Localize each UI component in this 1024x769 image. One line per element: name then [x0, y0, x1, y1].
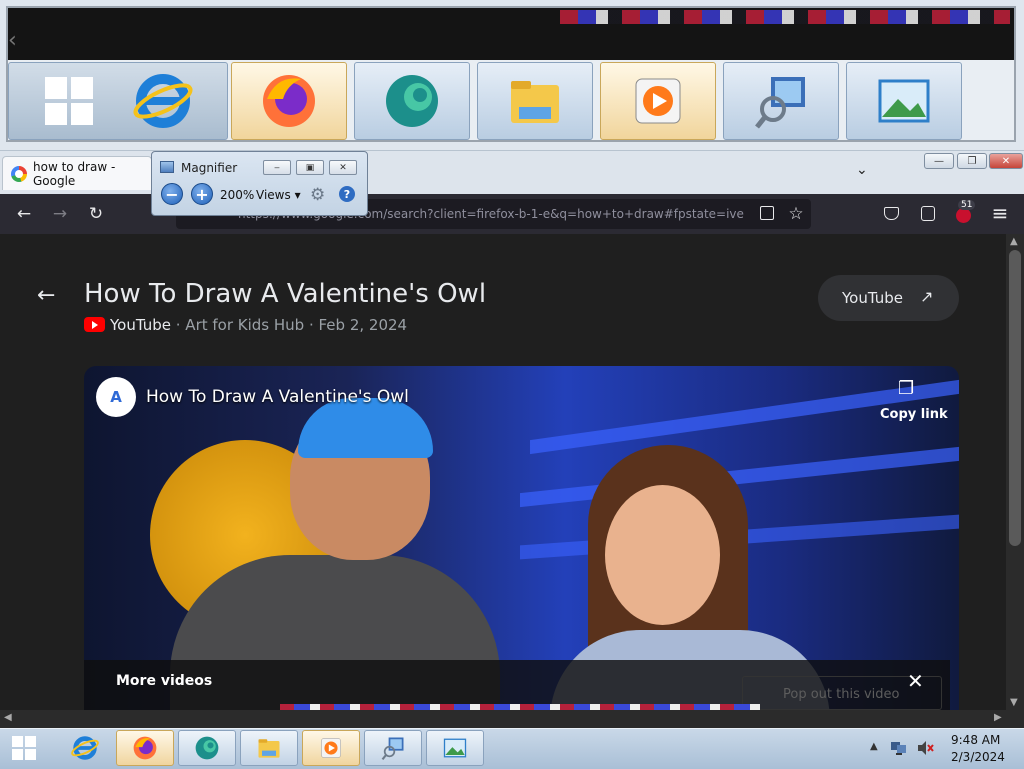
- magnified-start-button: [8, 62, 228, 140]
- scroll-up-arrow-icon[interactable]: ▲: [1010, 236, 1018, 247]
- window-restore-button[interactable]: ❐: [957, 153, 987, 169]
- clock-date[interactable]: 2/3/2024: [951, 750, 1005, 764]
- clock-time[interactable]: 9:48 AM: [951, 733, 1000, 747]
- list-all-tabs-chevron-down-icon[interactable]: ⌄: [856, 162, 868, 178]
- start-button[interactable]: [6, 731, 42, 765]
- popout-video-label[interactable]: Pop out this video: [783, 687, 900, 702]
- magnifier-zoom-level: 200%: [220, 188, 255, 202]
- show-hidden-icons-arrow-icon[interactable]: ▲: [870, 741, 878, 752]
- close-more-videos-icon[interactable]: ✕: [907, 669, 924, 693]
- open-youtube-label[interactable]: YouTube: [842, 289, 903, 307]
- magnifier-views-dropdown[interactable]: Views ▾: [256, 188, 301, 202]
- taskbar-media-player-button[interactable]: [302, 730, 360, 766]
- magnified-explorer-tile: [477, 62, 593, 140]
- magnified-edge-tile: [354, 62, 470, 140]
- video-scene-person-face: [605, 485, 720, 625]
- taskbar-ie-button[interactable]: [64, 730, 106, 766]
- extensions-puzzle-icon[interactable]: [921, 206, 935, 221]
- forward-arrow-icon[interactable]: →: [48, 204, 72, 224]
- taskbar-firefox-button[interactable]: [116, 730, 174, 766]
- firefox-icon: [133, 736, 157, 760]
- menu-hamburger-icon[interactable]: ≡: [988, 201, 1012, 225]
- magnified-search-tile: [723, 62, 839, 140]
- ublock-shield-icon[interactable]: [956, 208, 971, 223]
- copy-link-icon[interactable]: ❐: [898, 378, 914, 399]
- reload-icon[interactable]: ↻: [84, 204, 108, 224]
- magnified-magnifier-app-icon: [755, 77, 805, 129]
- result-back-arrow-icon[interactable]: ←: [37, 283, 55, 308]
- scrollbar-corner: [1006, 710, 1024, 728]
- network-icon[interactable]: [890, 740, 908, 756]
- views-caret-icon: ▾: [294, 188, 301, 202]
- edge-icon: [195, 736, 219, 760]
- horizontal-scrollbar[interactable]: [0, 710, 1006, 728]
- external-link-icon[interactable]: ↗: [920, 287, 933, 306]
- more-videos-label[interactable]: More videos: [116, 673, 212, 689]
- volume-muted-icon[interactable]: [916, 740, 934, 756]
- magnified-photo-viewer-icon: [878, 79, 930, 123]
- window-minimize-button[interactable]: —: [924, 153, 954, 169]
- copy-link-label[interactable]: Copy link: [880, 407, 948, 422]
- magnified-firefox-icon: [263, 75, 315, 127]
- pocket-icon[interactable]: [884, 207, 899, 220]
- magnified-chevron-left-icon: ‹: [8, 28, 17, 53]
- tab-title: how to draw - Google: [33, 159, 116, 188]
- magnified-ie-icon: [133, 74, 193, 128]
- windows-logo-icon: [45, 77, 93, 125]
- video-result-title: How To Draw A Valentine's Owl: [84, 279, 487, 309]
- magnifier-app-taskbar-icon: [381, 737, 404, 761]
- video-source[interactable]: YouTube: [110, 316, 171, 334]
- magnified-media-player-tile: [600, 62, 716, 140]
- scroll-down-arrow-icon[interactable]: ▼: [1010, 697, 1018, 708]
- taskbar-photo-viewer-button[interactable]: [426, 730, 484, 766]
- magnified-folder-icon: [511, 81, 559, 123]
- magnifier-restore-button[interactable]: ▣: [296, 160, 324, 175]
- folder-icon: [258, 739, 280, 758]
- google-favicon-icon: [11, 165, 27, 182]
- magnifier-options-gear-icon[interactable]: ⚙: [310, 185, 325, 205]
- magnified-thumbnail-strip: [560, 10, 1010, 24]
- channel-avatar[interactable]: A: [96, 377, 136, 417]
- back-arrow-icon[interactable]: ←: [12, 204, 36, 224]
- taskbar-edge-button[interactable]: [178, 730, 236, 766]
- magnifier-help-icon[interactable]: ?: [339, 186, 355, 202]
- magnifier-app-icon: [160, 161, 174, 173]
- magnified-media-player-icon: [635, 78, 681, 124]
- player-video-title[interactable]: How To Draw A Valentine's Owl: [146, 387, 409, 407]
- media-player-icon: [321, 738, 341, 758]
- magnifier-title: Magnifier: [181, 161, 238, 175]
- photo-viewer-icon: [443, 738, 467, 758]
- magnified-edge-icon: [386, 75, 438, 127]
- magnifier-minimize-button[interactable]: ‒: [263, 160, 291, 175]
- reader-view-icon[interactable]: [760, 206, 774, 220]
- zoom-in-plus-icon[interactable]: +: [191, 183, 213, 205]
- vertical-scrollbar-thumb[interactable]: [1009, 250, 1021, 546]
- youtube-logo-icon: [84, 317, 105, 332]
- magnified-photos-tile: [846, 62, 962, 140]
- window-close-button[interactable]: ✕: [989, 153, 1023, 169]
- magnified-firefox-tile: [231, 62, 347, 140]
- video-channel-date: · Art for Kids Hub · Feb 2, 2024: [171, 316, 408, 334]
- browser-tab[interactable]: how to draw - Google: [2, 156, 152, 190]
- internet-explorer-icon: [71, 736, 99, 760]
- zoom-out-minus-icon[interactable]: −: [161, 183, 183, 205]
- windows-start-icon: [12, 736, 36, 760]
- extension-badge-count: 51: [958, 200, 976, 210]
- video-meta-line: YouTube · Art for Kids Hub · Feb 2, 2024: [110, 316, 407, 334]
- taskbar-magnifier-button[interactable]: [364, 730, 422, 766]
- magnifier-close-button[interactable]: ✕: [329, 160, 357, 175]
- views-label: Views: [256, 188, 291, 202]
- bookmark-star-icon[interactable]: ☆: [784, 204, 808, 224]
- scroll-left-arrow-icon[interactable]: ◀: [4, 712, 12, 723]
- taskbar-file-explorer-button[interactable]: [240, 730, 298, 766]
- scroll-right-arrow-icon[interactable]: ▶: [994, 712, 1002, 723]
